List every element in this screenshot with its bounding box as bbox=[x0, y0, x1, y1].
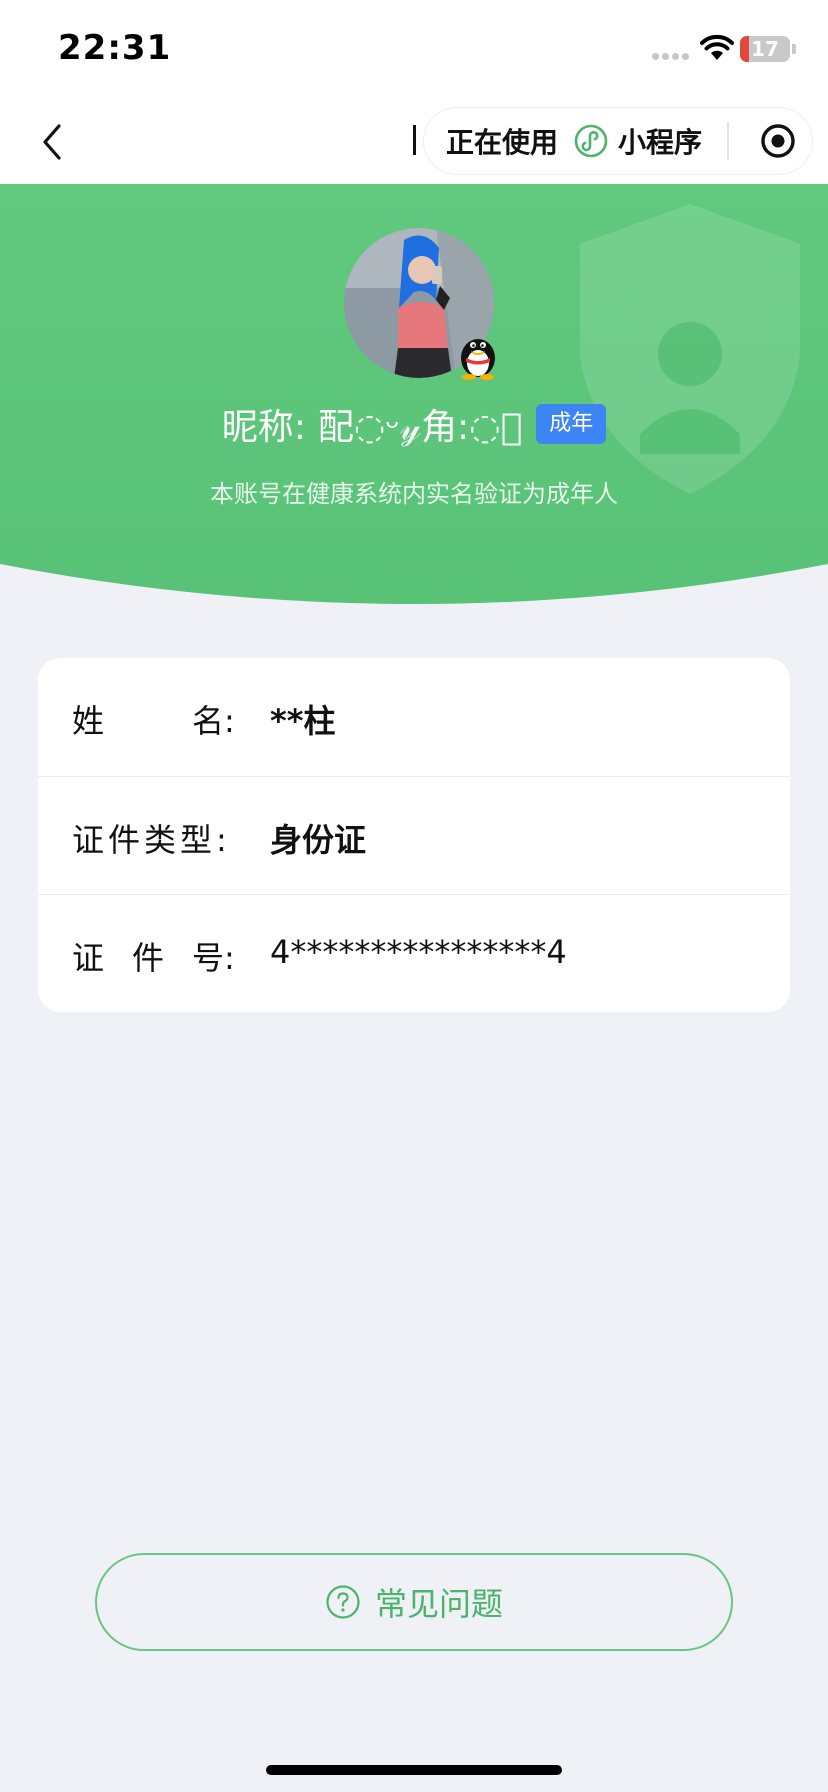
name-label: 姓 名: bbox=[72, 696, 238, 740]
name-row: 姓 名: **柱 bbox=[38, 658, 790, 776]
nickname-label: 昵称: bbox=[221, 407, 306, 448]
capsule-mini-program-label: 小程序 bbox=[618, 126, 703, 159]
faq-button[interactable]: 常见问题 bbox=[95, 1553, 733, 1651]
id-number-label: 证 件 号: bbox=[72, 933, 238, 977]
capsule-using-label: 正在使用 bbox=[446, 126, 559, 159]
id-number-label-char: 证 bbox=[72, 939, 105, 977]
target-icon bbox=[761, 124, 795, 158]
id-type-label: 证件类型: bbox=[72, 815, 238, 859]
home-indicator[interactable] bbox=[266, 1765, 562, 1775]
id-type-row: 证件类型: 身份证 bbox=[38, 776, 790, 894]
status-bar: 22:31 17 bbox=[0, 0, 828, 100]
capsule-mini-program-button[interactable]: 正在使用 小程序 bbox=[424, 108, 734, 174]
capsule-divider bbox=[727, 122, 729, 160]
chevron-left-icon bbox=[43, 124, 61, 160]
qq-penguin-icon bbox=[461, 339, 495, 380]
mini-program-icon bbox=[574, 124, 608, 158]
identity-info-card: 姓 名: **柱 证件类型: 身份证 证 件 号: 4*************… bbox=[38, 658, 790, 1012]
profile-header: 昵称: 配◌ᵕ𝓎角:◌᪼ 成年 本账号在健康系统内实名验证为成年人 bbox=[0, 184, 828, 604]
battery-icon: 17 bbox=[740, 36, 790, 62]
name-label-char: 名: bbox=[192, 702, 235, 740]
id-number-value: 4****************4 bbox=[270, 933, 567, 971]
faq-label: 常见问题 bbox=[374, 1585, 503, 1623]
status-time: 22:31 bbox=[58, 28, 172, 68]
age-badge: 成年 bbox=[536, 404, 607, 444]
id-type-label-text: 证件类型: bbox=[72, 821, 231, 859]
mini-program-capsule: 正在使用 小程序 bbox=[424, 108, 812, 174]
verification-text: 本账号在健康系统内实名验证为成年人 bbox=[210, 480, 618, 508]
back-button[interactable] bbox=[24, 114, 80, 170]
name-label-char: 姓 bbox=[72, 702, 105, 740]
name-value: **柱 bbox=[270, 702, 336, 740]
nav-divider bbox=[413, 125, 416, 155]
battery-level: 17 bbox=[751, 37, 779, 61]
capsule-close-button[interactable] bbox=[744, 108, 812, 174]
id-number-label-char: 号: bbox=[192, 939, 235, 977]
nav-bar: 正在使用 小程序 bbox=[0, 100, 828, 184]
signal-dots-icon bbox=[652, 53, 690, 63]
id-number-row: 证 件 号: 4****************4 bbox=[38, 894, 790, 1012]
wifi-icon bbox=[700, 34, 734, 60]
id-number-label-char: 件 bbox=[132, 939, 165, 977]
nickname-row: 昵称: 配◌ᵕ𝓎角:◌᪼ 成年 bbox=[0, 398, 828, 450]
battery-nub bbox=[792, 44, 796, 54]
question-circle-icon bbox=[326, 1585, 360, 1619]
nickname-value: 配◌ᵕ𝓎角:◌᪼ bbox=[317, 407, 523, 448]
id-type-value: 身份证 bbox=[270, 821, 367, 859]
